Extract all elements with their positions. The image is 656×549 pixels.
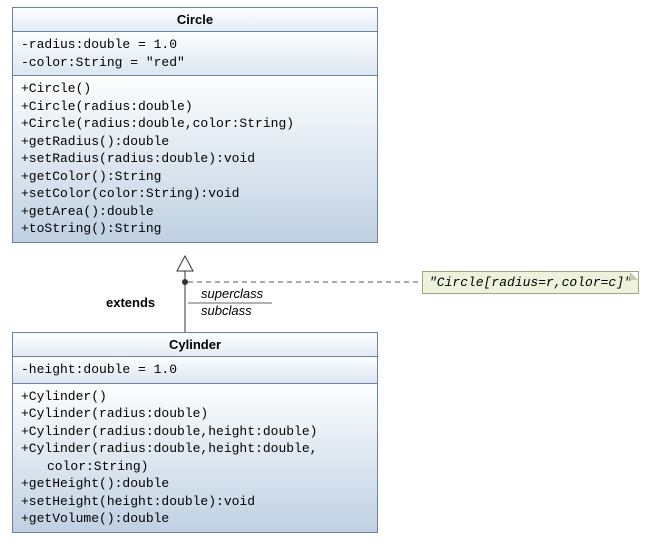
uml-method: +Circle() <box>21 80 369 98</box>
uml-methods: +Cylinder() +Cylinder(radius:double) +Cy… <box>13 384 377 532</box>
uml-attribute: -height:double = 1.0 <box>21 361 369 379</box>
uml-attributes: -radius:double = 1.0 -color:String = "re… <box>13 32 377 76</box>
uml-method: +getRadius():double <box>21 133 369 151</box>
uml-attributes: -height:double = 1.0 <box>13 357 377 384</box>
uml-method: +setColor(color:String):void <box>21 185 369 203</box>
label-subclass: subclass <box>201 303 252 318</box>
uml-method: +getArea():double <box>21 203 369 221</box>
uml-method: +setRadius(radius:double):void <box>21 150 369 168</box>
uml-method: +getHeight():double <box>21 475 369 493</box>
uml-class-cylinder: Cylinder -height:double = 1.0 +Cylinder(… <box>12 332 378 533</box>
note-anchor-dot <box>182 279 188 285</box>
uml-methods: +Circle() +Circle(radius:double) +Circle… <box>13 76 377 242</box>
uml-class-name: Circle <box>13 8 377 32</box>
note-text: "Circle[radius=r,color=c]" <box>429 275 632 290</box>
uml-attribute: -color:String = "red" <box>21 54 369 72</box>
label-superclass: superclass <box>201 286 263 301</box>
uml-method: +getColor():String <box>21 168 369 186</box>
uml-method: +Circle(radius:double) <box>21 98 369 116</box>
uml-attribute: -radius:double = 1.0 <box>21 36 369 54</box>
uml-method: +Cylinder() <box>21 388 369 406</box>
uml-method: +getVolume():double <box>21 510 369 528</box>
label-extends: extends <box>106 295 155 310</box>
uml-note: "Circle[radius=r,color=c]" <box>422 271 639 294</box>
uml-class-circle: Circle -radius:double = 1.0 -color:Strin… <box>12 7 378 243</box>
uml-method: color:String) <box>21 458 369 476</box>
uml-method: +Cylinder(radius:double,height:double) <box>21 423 369 441</box>
uml-method: +Cylinder(radius:double,height:double, <box>21 440 369 458</box>
uml-class-name: Cylinder <box>13 333 377 357</box>
uml-method: +Circle(radius:double,color:String) <box>21 115 369 133</box>
uml-method: +Cylinder(radius:double) <box>21 405 369 423</box>
uml-method: +setHeight(height:double):void <box>21 493 369 511</box>
uml-method: +toString():String <box>21 220 369 238</box>
